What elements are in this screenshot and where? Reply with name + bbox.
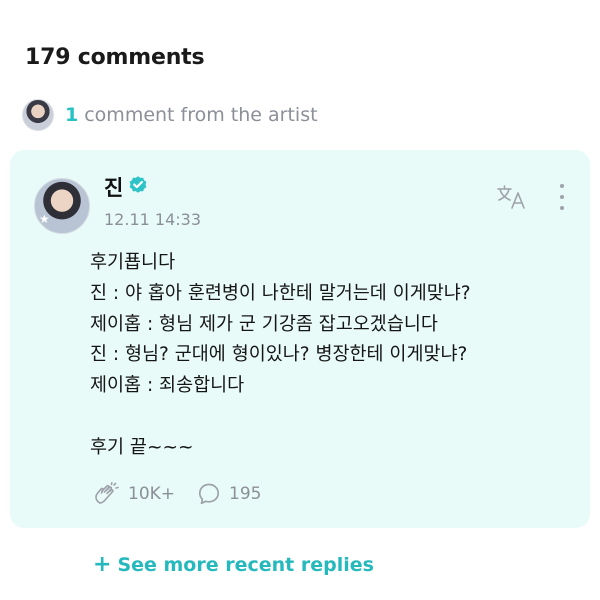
more-options-button[interactable]	[552, 182, 572, 212]
translate-button[interactable]	[495, 183, 529, 211]
artist-comment-card: ★ 진 12.11 14:33 후기푭니다 진 : 야 홉아 훈련병이 나한테 …	[10, 150, 590, 528]
comments-count-heading: 179 comments	[25, 45, 205, 70]
more-vertical-icon-dot	[560, 206, 564, 210]
artist-comment-summary: 1 comment from the artist	[65, 104, 318, 126]
artist-avatar-small	[22, 99, 54, 131]
comment-timestamp: 12.11 14:33	[104, 210, 201, 229]
artist-comments-filter[interactable]: 1 comment from the artist	[22, 98, 318, 132]
speech-bubble-icon	[198, 483, 220, 505]
see-more-replies-link[interactable]: + See more recent replies	[93, 552, 374, 577]
like-button[interactable]: 10K+	[92, 482, 197, 506]
more-vertical-icon	[560, 184, 564, 188]
like-count: 10K+	[128, 484, 176, 504]
author-avatar[interactable]: ★	[34, 178, 90, 234]
reply-count: 195	[229, 484, 262, 504]
see-more-label: See more recent replies	[117, 554, 374, 576]
more-vertical-icon-dot	[560, 195, 564, 199]
translate-icon	[497, 185, 525, 209]
plus-icon: +	[93, 552, 112, 577]
author-name[interactable]: 진	[104, 172, 123, 202]
comment-stats: 10K+ 195	[92, 482, 261, 506]
clap-icon	[95, 482, 119, 504]
star-icon: ★	[39, 212, 50, 226]
artist-comment-count: 1	[65, 104, 79, 126]
reply-button[interactable]: 195	[197, 482, 261, 506]
verified-badge-icon	[129, 176, 147, 193]
artist-comment-label: comment from the artist	[84, 104, 318, 126]
comment-body: 후기푭니다 진 : 야 홉아 훈련병이 나한테 말거는데 이게맞냐? 제이홉 :…	[90, 252, 471, 458]
